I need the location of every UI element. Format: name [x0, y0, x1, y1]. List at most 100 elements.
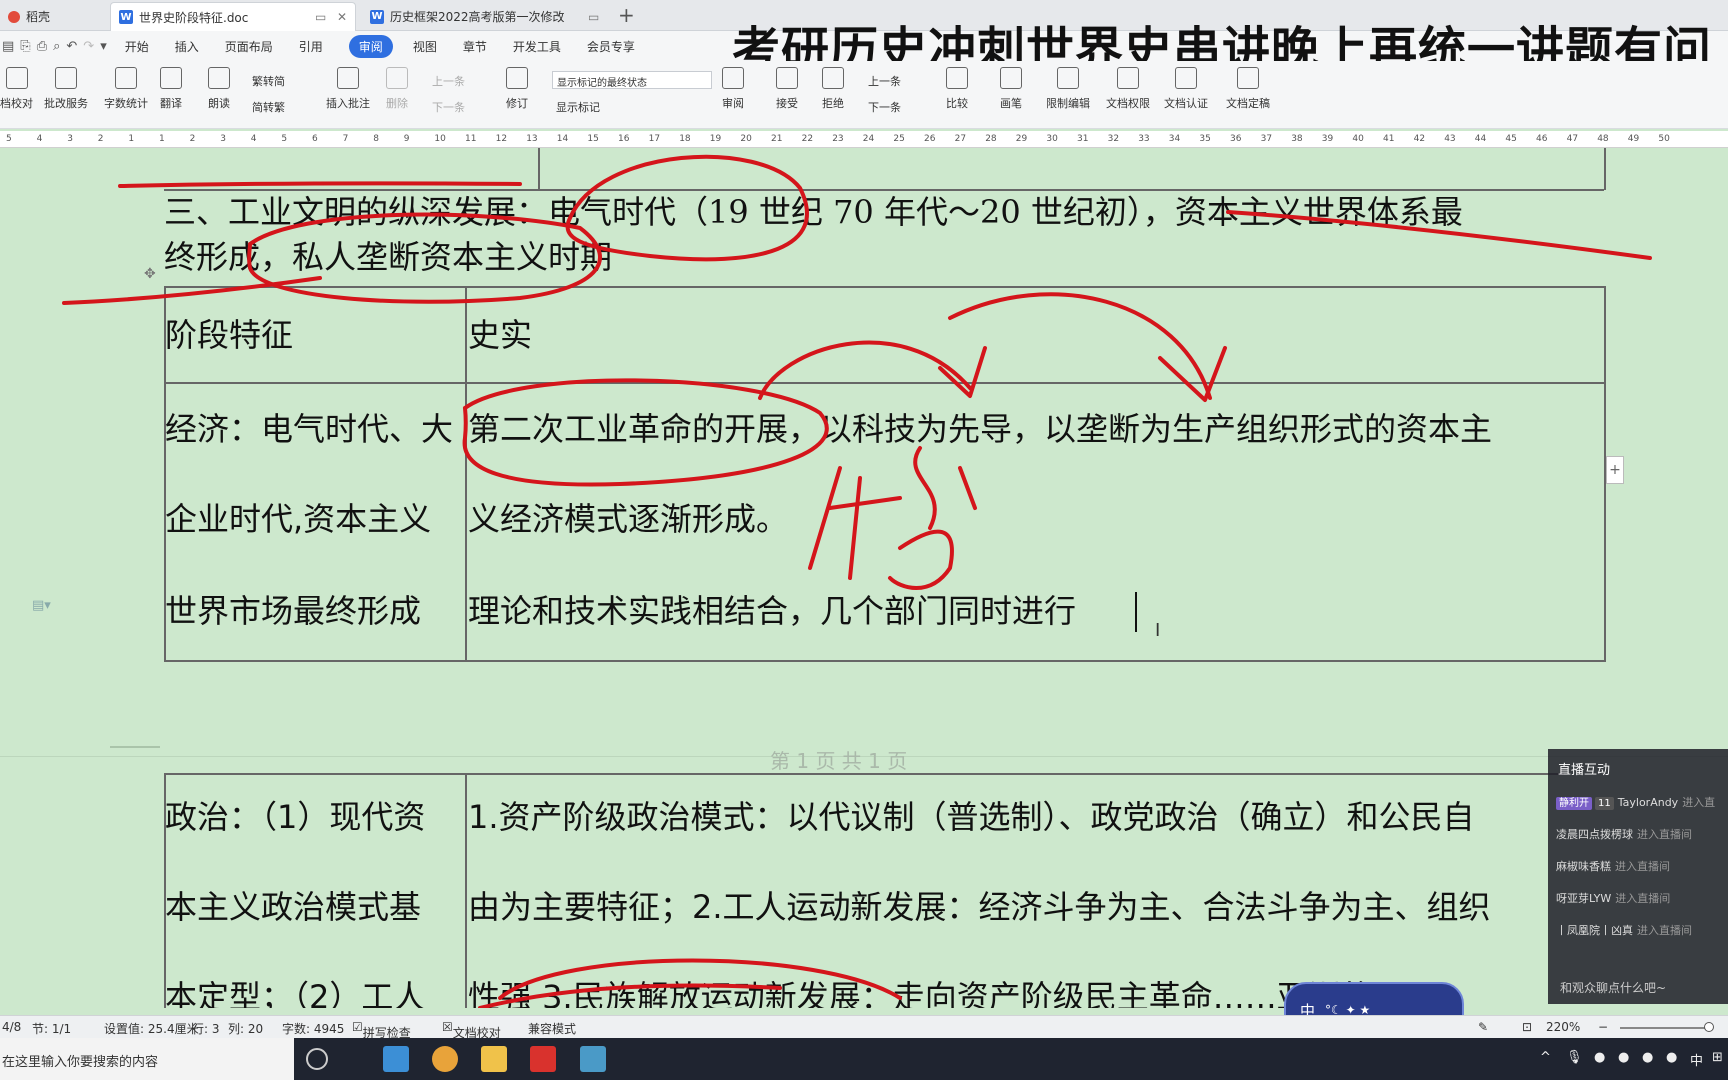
section-heading-line-2: 终形成，私人垄断资本主义时期	[164, 238, 613, 276]
undo-icon[interactable]: ↶	[66, 39, 77, 54]
menu-section[interactable]: 章节	[463, 38, 487, 55]
menu-page-layout[interactable]: 页面布局	[225, 38, 273, 55]
accept-icon	[776, 67, 798, 89]
translate-button[interactable]: 翻译	[160, 67, 182, 111]
ruler-tick: 6	[312, 134, 318, 144]
file-explorer-icon[interactable]	[481, 1046, 507, 1072]
horizontal-ruler[interactable]: 5 4 3 2 1 1 2 3 4 5 6 7 8 9 10 11 12 13 14 15 16 17 18 19 20 21 22…	[0, 131, 1728, 148]
next-comment-button[interactable]: 下一条	[432, 99, 465, 115]
zoom-slider[interactable]	[1620, 1027, 1710, 1029]
add-column-button[interactable]: +	[1606, 456, 1624, 484]
simp-to-trad-button[interactable]: 简转繁	[252, 99, 285, 115]
photos-app-icon[interactable]	[383, 1046, 409, 1072]
paragraph-option-icon[interactable]: ▤▾	[32, 598, 51, 613]
doc-auth-button[interactable]: 文档认证	[1164, 67, 1208, 111]
taskbar-search-box[interactable]: 在这里输入你要搜索的内容	[0, 1038, 294, 1080]
prev-change-button[interactable]: 上一条	[868, 73, 901, 89]
input-language-indicator[interactable]: 中	[1690, 1050, 1703, 1069]
doc-finalize-button[interactable]: 文档定稿	[1226, 67, 1270, 111]
read-aloud-button[interactable]: 朗读	[208, 67, 230, 111]
minimize-tab-icon[interactable]: ▭	[315, 10, 326, 24]
chrome-icon[interactable]	[432, 1046, 458, 1072]
print-icon[interactable]: ⎙	[37, 39, 47, 54]
restrict-edit-button[interactable]: 限制编辑	[1046, 67, 1090, 111]
next-change-button[interactable]: 下一条	[868, 99, 901, 115]
minimize-tab-icon[interactable]: ▭	[588, 10, 599, 24]
review-pane-button[interactable]: 审阅	[722, 67, 744, 111]
document-canvas[interactable]: 三、工业文明的纵深发展：电气时代（19 世纪 70 年代～20 世纪初），资本主…	[0, 148, 1728, 1008]
ruler-tick: 43	[1444, 134, 1456, 144]
tray-app-icon[interactable]: ●	[1666, 1050, 1677, 1065]
accept-button[interactable]: 接受	[776, 67, 798, 111]
wps-writer-icon: W	[370, 9, 384, 24]
page-footer: 第 1 页 共 1 页	[770, 749, 908, 773]
wps-icon[interactable]	[530, 1046, 556, 1072]
redo-icon[interactable]: ↷	[83, 39, 94, 54]
doc-check-button[interactable]: 档校对	[0, 67, 33, 111]
status-word-count[interactable]: 字数: 4945	[282, 1020, 344, 1037]
print-preview-icon[interactable]: ⌕	[53, 39, 60, 54]
prev-comment-button[interactable]: 上一条	[432, 73, 465, 89]
pen-icon	[1000, 67, 1022, 89]
save-icon[interactable]: ▤	[2, 39, 14, 54]
ruler-tick: 18	[679, 134, 691, 144]
zoom-out-button[interactable]: −	[1598, 1020, 1608, 1034]
tray-app-icon[interactable]: ●	[1618, 1050, 1629, 1065]
ruler-tick: 31	[1077, 134, 1089, 144]
insert-comment-button[interactable]: 插入批注	[326, 67, 370, 111]
network-icon[interactable]: ⊞	[1712, 1050, 1723, 1065]
politics-stage-line-2: 本主义政治模式基	[165, 888, 422, 926]
menu-member[interactable]: 会员专享	[587, 38, 635, 55]
revise-button[interactable]: 修订	[506, 67, 528, 111]
export-icon[interactable]: ⎘	[20, 39, 30, 54]
ruler-tick: 22	[801, 134, 814, 144]
doc-check-icon	[5, 67, 28, 89]
compare-button[interactable]: 比较	[946, 67, 968, 111]
politics-fact-line-3: 性强 3.民族解放运动新发展：走向资产阶级民主革命……亚洲的	[468, 978, 1373, 1008]
tab-active-document[interactable]: W 世界史阶段特征.doc ▭ ✕	[110, 2, 356, 31]
menu-home[interactable]: 开始	[125, 38, 149, 55]
word-count-icon	[115, 67, 137, 89]
ruler-tick: 15	[587, 134, 599, 144]
reject-button[interactable]: 拒绝	[822, 67, 844, 111]
close-tab-icon[interactable]: ✕	[337, 10, 347, 24]
delete-comment-button[interactable]: 删除	[386, 67, 408, 111]
tab-daoke[interactable]: 稻壳	[0, 2, 108, 31]
microphone-icon[interactable]: 🎙	[1566, 1050, 1583, 1065]
chat-input-prompt[interactable]: 和观众聊点什么吧~	[1560, 979, 1666, 996]
menu-developer[interactable]: 开发工具	[513, 38, 561, 55]
zoom-level[interactable]: 220%	[1546, 1020, 1580, 1034]
zoom-slider-handle[interactable]	[1704, 1022, 1714, 1032]
menu-review[interactable]: 审阅	[348, 34, 393, 58]
menu-insert[interactable]: 插入	[175, 38, 199, 55]
pen-mode-icon[interactable]: ✎	[1478, 1020, 1488, 1034]
menu-references[interactable]: 引用	[299, 38, 323, 55]
spell-check-toggle[interactable]: ☑ 拼写检查	[352, 1020, 411, 1040]
pen-button[interactable]: 画笔	[1000, 67, 1022, 111]
tray-app-icon[interactable]: ●	[1594, 1050, 1605, 1065]
read-aloud-icon	[208, 67, 230, 89]
fit-page-icon[interactable]: ⊡	[1522, 1020, 1532, 1034]
doc-permission-button[interactable]: 文档权限	[1106, 67, 1150, 111]
batch-service-button[interactable]: 批改服务	[44, 67, 88, 111]
trad-to-simp-button[interactable]: 繁转简	[252, 73, 285, 89]
word-count-button[interactable]: 字数统计	[104, 67, 148, 111]
ruler-tick: 20	[740, 134, 752, 144]
customize-icon[interactable]: ▾	[100, 39, 107, 54]
tray-expand-icon[interactable]: ^	[1540, 1050, 1551, 1065]
ink-arrow-left-head	[938, 346, 987, 398]
econ-stage-line-1: 经济：电气时代、大	[165, 410, 454, 448]
task-view-icon[interactable]	[306, 1048, 328, 1070]
app-icon[interactable]	[580, 1046, 606, 1072]
tab-framework-doc[interactable]: W 历史框架2022高考版第一次修改 ▭	[362, 2, 608, 31]
politics-stage-line-3: 本定型；（2）工人	[165, 978, 426, 1008]
menu-view[interactable]: 视图	[413, 38, 437, 55]
table-move-handle-icon[interactable]: ✥	[144, 266, 156, 282]
tray-app-icon[interactable]: ●	[1642, 1050, 1653, 1065]
new-tab-button[interactable]: +	[618, 3, 635, 27]
lock-icon	[1057, 67, 1079, 89]
ruler-tick: 50	[1658, 134, 1670, 144]
doc-check-toggle[interactable]: ☒ 文档校对	[442, 1020, 501, 1040]
show-markup-button[interactable]: 显示标记	[556, 99, 600, 115]
markup-state-select[interactable]: 显示标记的最终状态	[552, 71, 712, 89]
